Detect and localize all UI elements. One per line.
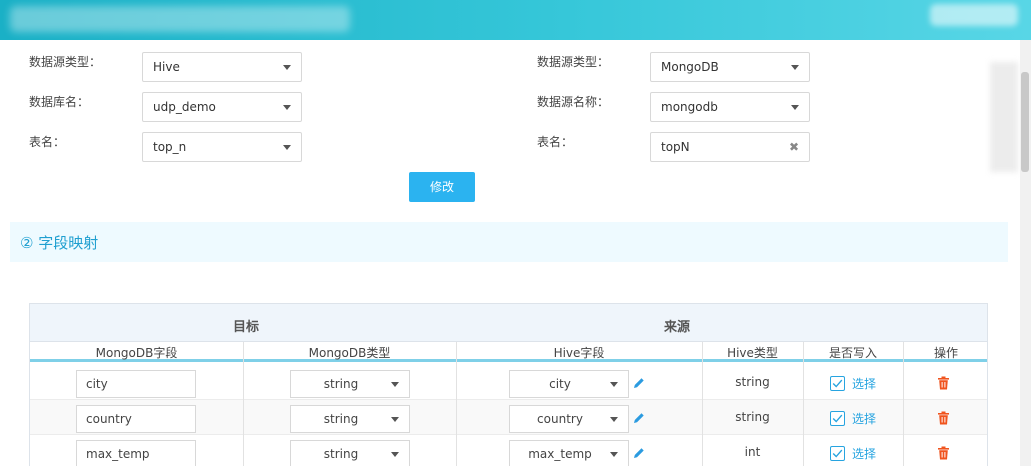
mongo-type-select[interactable]: string [290, 440, 410, 466]
scrollbar-thumb[interactable] [1021, 72, 1029, 172]
source-table-label: 表名： [29, 135, 66, 149]
chevron-down-icon [283, 105, 291, 110]
col-hive-field: Hive字段 [553, 346, 605, 360]
column-divider [243, 342, 244, 466]
mongo-type-value: string [323, 447, 359, 461]
col-hive-type: Hive类型 [727, 346, 778, 360]
target-type-label: 数据源类型： [537, 55, 610, 69]
hive-field-select[interactable]: max_temp [509, 440, 629, 466]
mongo-type-select[interactable]: string [290, 405, 410, 433]
mongo-field-input[interactable]: city [76, 370, 196, 398]
chevron-down-icon [610, 417, 618, 422]
chevron-down-icon [283, 145, 291, 150]
target-table-value: topN [661, 140, 690, 154]
chevron-down-icon [283, 65, 291, 70]
column-header-row: MongoDB字段 MongoDB类型 Hive字段 Hive类型 是否写入 操… [30, 342, 987, 362]
mongo-type-value: string [323, 377, 359, 391]
hive-field-select[interactable]: city [509, 370, 629, 398]
column-divider [803, 342, 804, 466]
table-row: city string city string 选择 [30, 365, 987, 400]
field-mapping-table: 目标 来源 MongoDB字段 MongoDB类型 Hive字段 Hive类型 … [29, 303, 988, 466]
source-db-label: 数据库名： [29, 95, 90, 109]
checkbox-icon[interactable] [830, 446, 845, 461]
target-table-select[interactable]: topN ✖ [650, 132, 810, 162]
table-row: country string country string 选择 [30, 400, 987, 435]
pencil-icon[interactable] [633, 377, 645, 389]
column-divider [903, 342, 904, 466]
chevron-down-icon [391, 452, 399, 457]
top-header-bar [0, 0, 1031, 40]
target-table-label: 表名： [537, 135, 574, 149]
modify-button[interactable]: 修改 [409, 172, 475, 202]
section-title: ② 字段映射 [20, 234, 99, 252]
blurred-side-widget [990, 62, 1018, 172]
mongo-field-input[interactable]: country [76, 405, 196, 433]
mongo-type-value: string [323, 412, 359, 426]
chevron-down-icon [610, 452, 618, 457]
source-type-label: 数据源类型： [29, 55, 102, 69]
select-label[interactable]: 选择 [852, 445, 876, 462]
chevron-down-icon [791, 105, 799, 110]
select-label[interactable]: 选择 [852, 375, 876, 392]
target-type-value: MongoDB [661, 60, 719, 74]
pencil-icon[interactable] [633, 412, 645, 424]
col-write: 是否写入 [828, 346, 877, 360]
hive-type-text: string [735, 375, 770, 389]
source-db-select[interactable]: udp_demo [142, 92, 302, 122]
target-name-value: mongodb [661, 100, 718, 114]
chevron-down-icon [391, 382, 399, 387]
group-header-target: 目标 [233, 320, 260, 335]
source-type-select[interactable]: Hive [142, 52, 302, 82]
target-name-label: 数据源名称： [537, 95, 610, 109]
source-table-value: top_n [153, 140, 187, 154]
column-divider [702, 342, 703, 466]
group-header-source: 来源 [664, 320, 691, 335]
hive-field-value: city [549, 377, 571, 391]
mongo-type-select[interactable]: string [290, 370, 410, 398]
group-header-row: 目标 来源 [30, 304, 987, 342]
chevron-down-icon [791, 65, 799, 70]
blurred-user-area[interactable] [930, 4, 1018, 26]
trash-icon[interactable] [937, 446, 950, 460]
section-header: ② 字段映射 [10, 222, 1008, 262]
source-table-select[interactable]: top_n [142, 132, 302, 162]
table-row: max_temp string max_temp int 选择 [30, 435, 987, 466]
target-name-select[interactable]: mongodb [650, 92, 810, 122]
source-type-value: Hive [153, 60, 180, 74]
target-type-select[interactable]: MongoDB [650, 52, 810, 82]
chevron-down-icon [610, 382, 618, 387]
trash-icon[interactable] [937, 376, 950, 390]
hive-field-value: country [537, 412, 583, 426]
trash-icon[interactable] [937, 411, 950, 425]
hive-field-select[interactable]: country [509, 405, 629, 433]
checkbox-icon[interactable] [830, 376, 845, 391]
checkbox-icon[interactable] [830, 411, 845, 426]
hive-field-value: max_temp [528, 447, 592, 461]
hive-type-text: int [744, 445, 761, 459]
pencil-icon[interactable] [633, 447, 645, 459]
hive-type-text: string [735, 410, 770, 424]
col-action: 操作 [933, 346, 958, 360]
source-db-value: udp_demo [153, 100, 216, 114]
col-mongo-type: MongoDB类型 [308, 346, 391, 360]
clear-icon[interactable]: ✖ [789, 133, 799, 161]
col-mongo-field: MongoDB字段 [95, 346, 178, 360]
blurred-logo [10, 6, 350, 32]
select-label[interactable]: 选择 [852, 410, 876, 427]
mongo-field-input[interactable]: max_temp [76, 440, 196, 466]
column-divider [456, 342, 457, 466]
chevron-down-icon [391, 417, 399, 422]
